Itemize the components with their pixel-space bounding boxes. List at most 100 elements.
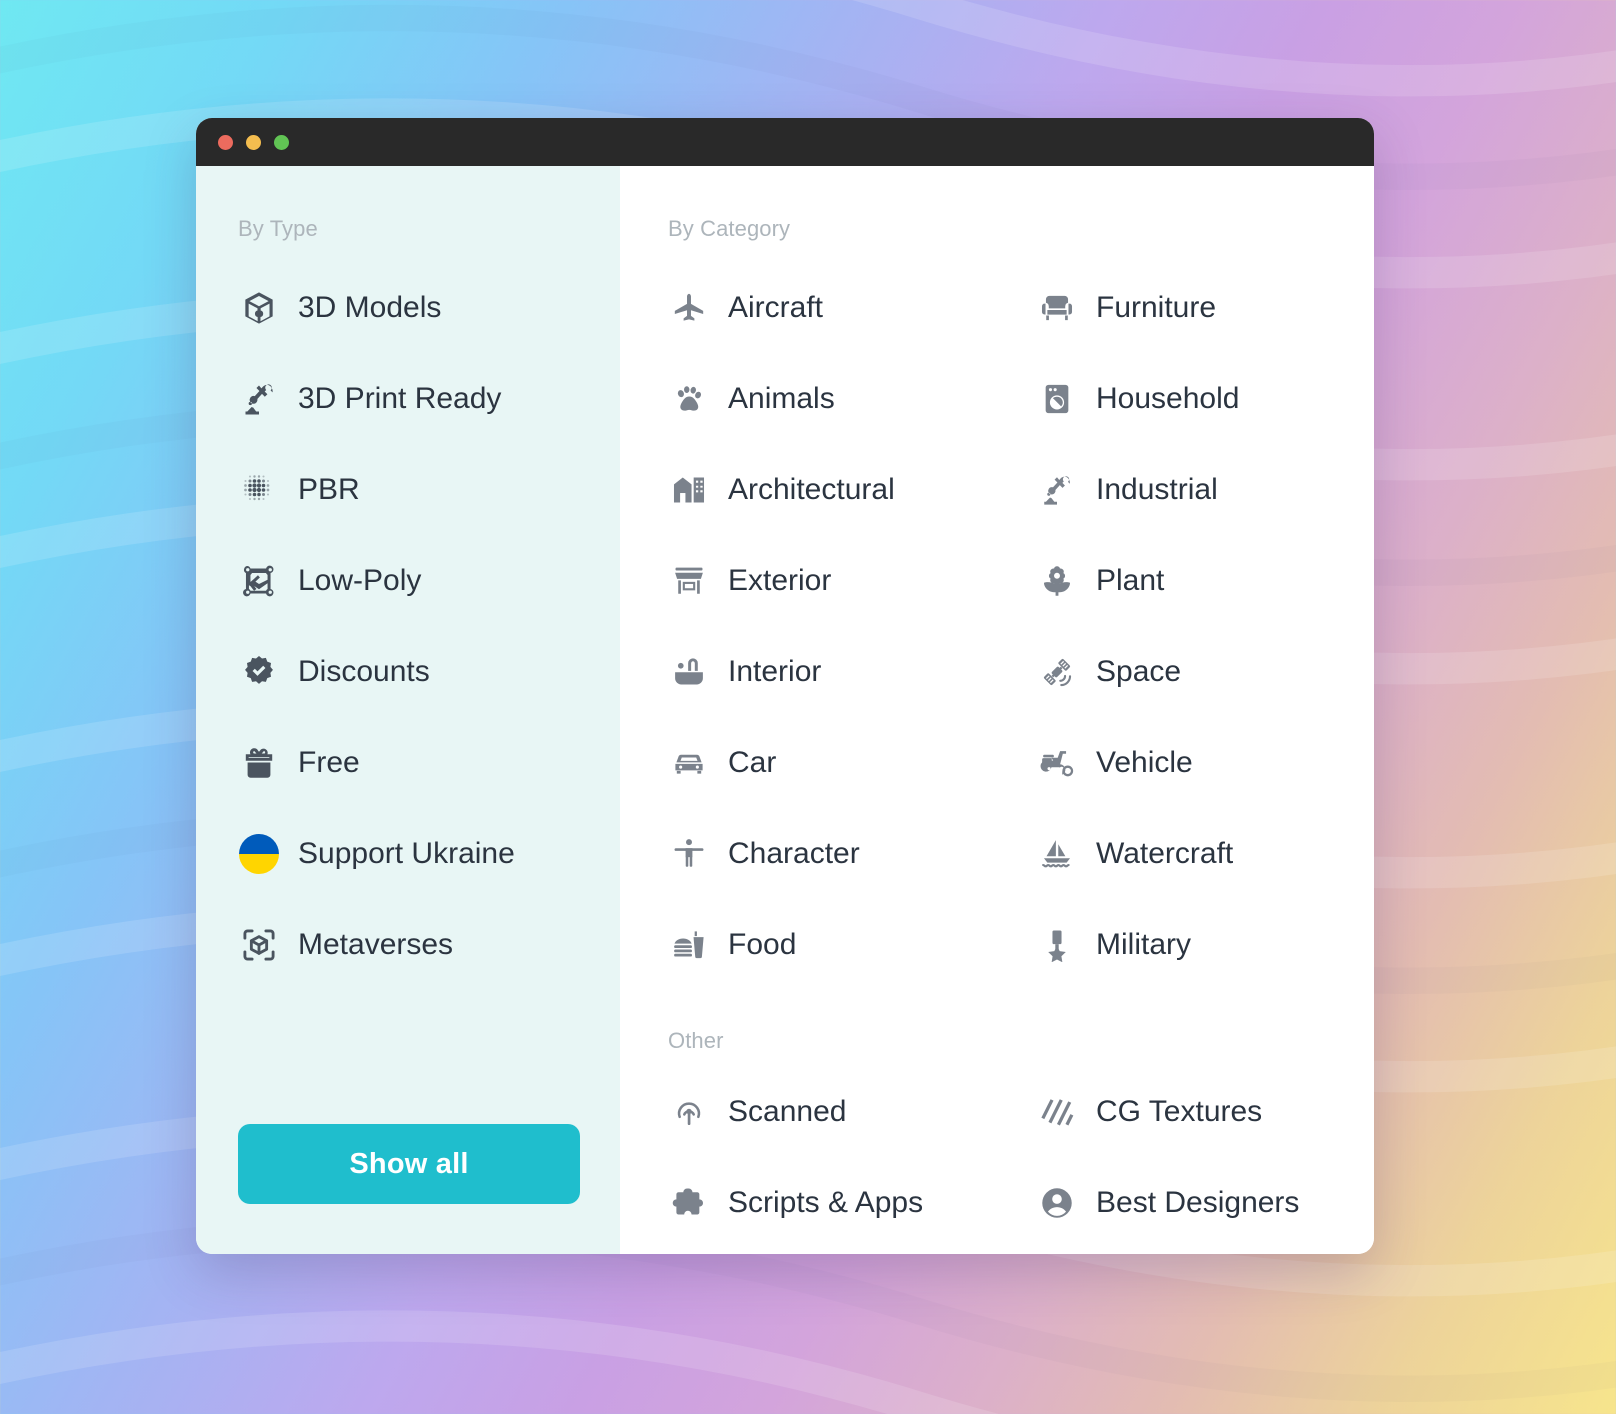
- category-item-label: Household: [1096, 381, 1240, 415]
- type-item-pbr[interactable]: PBR: [238, 444, 580, 535]
- category-item-label: Military: [1096, 927, 1191, 961]
- other-item-label: Best Designers: [1096, 1185, 1300, 1219]
- other-item-cg-textures[interactable]: CG Textures: [1036, 1066, 1374, 1157]
- diagonal-stripes-icon: [1036, 1091, 1078, 1133]
- category-item-space[interactable]: Space: [1036, 626, 1374, 717]
- other-column-left: Scanned Scripts & Apps: [668, 1066, 1036, 1248]
- type-item-label: 3D Models: [298, 290, 442, 324]
- washing-machine-icon: [1036, 378, 1078, 420]
- type-item-metaverses[interactable]: Metaverses: [238, 899, 580, 990]
- category-item-industrial[interactable]: Industrial: [1036, 444, 1374, 535]
- app-window: By Type 3D Models 3D Print Ready PBR Low…: [196, 118, 1374, 1254]
- scooter-icon: [1036, 742, 1078, 784]
- cube-3d-icon: [238, 287, 280, 329]
- by-type-panel: By Type 3D Models 3D Print Ready PBR Low…: [196, 166, 620, 1254]
- type-item-label: 3D Print Ready: [298, 381, 502, 415]
- window-body: By Type 3D Models 3D Print Ready PBR Low…: [196, 166, 1374, 1254]
- bathtub-icon: [668, 651, 710, 693]
- category-item-character[interactable]: Character: [668, 808, 1036, 899]
- cube-scan-icon: [238, 924, 280, 966]
- category-item-label: Car: [728, 745, 777, 779]
- armchair-icon: [1036, 287, 1078, 329]
- category-column-right: Furniture Household Industrial Plant Spa…: [1036, 262, 1374, 990]
- sailboat-icon: [1036, 833, 1078, 875]
- category-item-animals[interactable]: Animals: [668, 353, 1036, 444]
- category-item-label: Plant: [1096, 563, 1165, 597]
- type-item-discounts[interactable]: Discounts: [238, 626, 580, 717]
- building-house-icon: [668, 469, 710, 511]
- show-all-container: Show all: [238, 1124, 580, 1254]
- category-item-vehicle[interactable]: Vehicle: [1036, 717, 1374, 808]
- type-item-support-ukraine[interactable]: Support Ukraine: [238, 808, 580, 899]
- puzzle-piece-icon: [668, 1182, 710, 1224]
- by-type-list: 3D Models 3D Print Ready PBR Low-Poly Di…: [238, 262, 580, 990]
- ukraine-flag-icon: [238, 833, 280, 875]
- category-item-label: Exterior: [728, 563, 832, 597]
- other-item-label: Scripts & Apps: [728, 1185, 924, 1219]
- robot-arm-icon: [1036, 469, 1078, 511]
- other-heading: Other: [668, 1028, 724, 1053]
- show-all-button[interactable]: Show all: [238, 1124, 580, 1204]
- category-item-watercraft[interactable]: Watercraft: [1036, 808, 1374, 899]
- type-item-label: Low-Poly: [298, 563, 422, 597]
- by-category-panel: By Category Aircraft Animals Architectur…: [620, 166, 1374, 1254]
- flower-icon: [1036, 560, 1078, 602]
- type-item-label: Free: [298, 745, 360, 779]
- category-item-plant[interactable]: Plant: [1036, 535, 1374, 626]
- other-column-right: CG Textures Best Designers: [1036, 1066, 1374, 1248]
- type-item-label: Metaverses: [298, 927, 454, 961]
- type-item-3d-print-ready[interactable]: 3D Print Ready: [238, 353, 580, 444]
- category-item-architectural[interactable]: Architectural: [668, 444, 1036, 535]
- storefront-icon: [668, 560, 710, 602]
- category-item-label: Architectural: [728, 472, 895, 506]
- type-item-3d-models[interactable]: 3D Models: [238, 262, 580, 353]
- category-item-military[interactable]: Military: [1036, 899, 1374, 990]
- burger-drink-icon: [668, 924, 710, 966]
- type-item-free[interactable]: Free: [238, 717, 580, 808]
- paw-icon: [668, 378, 710, 420]
- type-item-label: Support Ukraine: [298, 836, 515, 870]
- by-type-heading: By Type: [238, 216, 318, 241]
- category-item-label: Interior: [728, 654, 822, 688]
- person-tpose-icon: [668, 833, 710, 875]
- category-item-food[interactable]: Food: [668, 899, 1036, 990]
- type-item-low-poly[interactable]: Low-Poly: [238, 535, 580, 626]
- other-item-scanned[interactable]: Scanned: [668, 1066, 1036, 1157]
- category-item-car[interactable]: Car: [668, 717, 1036, 808]
- category-column-left: Aircraft Animals Architectural Exterior …: [668, 262, 1036, 990]
- broadcast-scan-icon: [668, 1091, 710, 1133]
- other-item-label: Scanned: [728, 1094, 847, 1128]
- type-item-label: PBR: [298, 472, 360, 506]
- by-category-heading: By Category: [668, 216, 791, 241]
- category-item-household[interactable]: Household: [1036, 353, 1374, 444]
- window-title-bar: [196, 118, 1374, 166]
- category-grid: Aircraft Animals Architectural Exterior …: [668, 262, 1374, 990]
- car-front-icon: [668, 742, 710, 784]
- minimize-window-button[interactable]: [246, 134, 261, 150]
- category-item-label: Food: [728, 927, 797, 961]
- category-item-exterior[interactable]: Exterior: [668, 535, 1036, 626]
- category-item-interior[interactable]: Interior: [668, 626, 1036, 717]
- category-item-label: Industrial: [1096, 472, 1218, 506]
- medal-icon: [1036, 924, 1078, 966]
- other-item-best-designers[interactable]: Best Designers: [1036, 1157, 1374, 1248]
- category-item-label: Animals: [728, 381, 835, 415]
- other-item-scripts-apps[interactable]: Scripts & Apps: [668, 1157, 1036, 1248]
- category-item-label: Character: [728, 836, 860, 870]
- category-item-aircraft[interactable]: Aircraft: [668, 262, 1036, 353]
- user-circle-icon: [1036, 1182, 1078, 1224]
- maximize-window-button[interactable]: [274, 134, 289, 150]
- other-grid: Scanned Scripts & Apps CG Textures Best …: [668, 1066, 1374, 1248]
- gift-icon: [238, 742, 280, 784]
- other-item-label: CG Textures: [1096, 1094, 1263, 1128]
- category-item-furniture[interactable]: Furniture: [1036, 262, 1374, 353]
- category-item-label: Aircraft: [728, 290, 824, 324]
- dot-grid-icon: [238, 469, 280, 511]
- airplane-icon: [668, 287, 710, 329]
- satellite-icon: [1036, 651, 1078, 693]
- close-window-button[interactable]: [218, 134, 233, 150]
- type-item-label: Discounts: [298, 654, 430, 688]
- badge-check-icon: [238, 651, 280, 693]
- category-item-label: Furniture: [1096, 290, 1217, 324]
- category-item-label: Vehicle: [1096, 745, 1193, 779]
